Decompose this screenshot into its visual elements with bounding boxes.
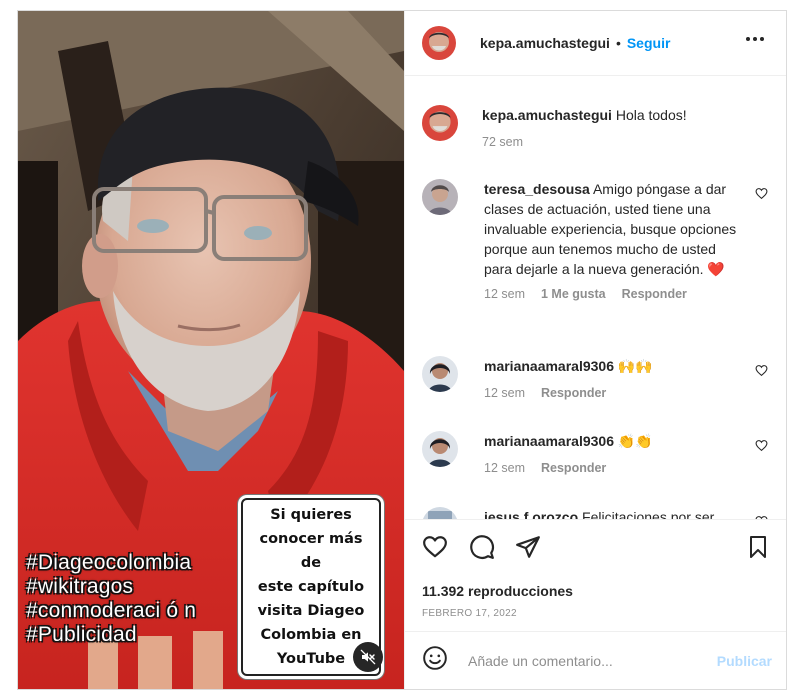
caption-body: Hola todos!: [615, 107, 687, 123]
speech-bubble-icon: [470, 535, 494, 559]
promo-line: YouTube: [276, 651, 346, 667]
avatar[interactable]: [422, 356, 458, 392]
raising-hands-emoji: 🙌🙌: [617, 358, 653, 374]
action-bar: [422, 534, 770, 562]
hashtag-text: #Publicidad: [26, 623, 137, 646]
caption: kepa.amuchastegui Hola todos! 72 sem: [422, 105, 772, 149]
avatar-image: [422, 105, 458, 141]
save-button[interactable]: [746, 534, 770, 565]
comments-list[interactable]: kepa.amuchastegui Hola todos! 72 sem ter…: [405, 77, 786, 519]
promo-line: este capítulo: [257, 579, 365, 595]
comment-text: jesus.f.orozco Felicitaciones por ser: [484, 507, 746, 519]
like-button[interactable]: [422, 534, 448, 565]
timestamp[interactable]: 12 sem: [484, 386, 525, 400]
comment-item: marianaamaral9306 👏👏 12 sem Responder: [422, 431, 772, 475]
avatar-image: [422, 507, 458, 519]
avatar[interactable]: [422, 179, 458, 215]
comment-button[interactable]: [469, 534, 495, 565]
comment-item: teresa_desousa Amigo póngase a dar clase…: [422, 179, 772, 301]
timestamp[interactable]: 12 sem: [484, 461, 525, 475]
avatar[interactable]: [422, 105, 458, 141]
promo-line: conocer más de: [259, 531, 363, 571]
heart-outline-icon: [755, 365, 768, 377]
instagram-post: #Diageocolombia #wikitragos #conmoderaci…: [17, 10, 787, 690]
reply-button[interactable]: Responder: [541, 461, 606, 475]
comment-username[interactable]: jesus.f.orozco: [484, 509, 578, 519]
red-heart-emoji: ❤️: [707, 261, 725, 277]
caption-text: kepa.amuchastegui Hola todos!: [482, 105, 744, 125]
emoji-button[interactable]: [422, 645, 448, 676]
avatar[interactable]: [422, 431, 458, 467]
comment-username[interactable]: marianaamaral9306: [484, 433, 614, 449]
comment-text: marianaamaral9306 🙌🙌: [484, 356, 746, 376]
share-button[interactable]: [515, 534, 541, 565]
reply-button[interactable]: Responder: [622, 287, 687, 301]
comment-item: marianaamaral9306 🙌🙌 12 sem Responder: [422, 356, 772, 400]
caption-meta: 72 sem: [482, 135, 744, 149]
post-actions: 11.392 reproducciones FEBRERO 17, 2022: [405, 519, 786, 639]
comment-text: teresa_desousa Amigo póngase a dar clase…: [484, 179, 746, 279]
views-count[interactable]: 11.392 reproducciones: [422, 583, 573, 599]
clapping-hands-emoji: 👏👏: [617, 433, 653, 449]
heart-outline-icon: [755, 440, 768, 452]
more-options-button[interactable]: [746, 33, 764, 45]
publish-button[interactable]: Publicar: [717, 653, 772, 669]
comment-input[interactable]: [468, 652, 717, 669]
separator-dot: •: [615, 35, 621, 51]
like-comment-button[interactable]: [755, 439, 768, 457]
comment-meta: 12 sem Responder: [484, 461, 746, 475]
like-comment-button[interactable]: [755, 364, 768, 382]
comment-meta: 12 sem Responder: [484, 386, 746, 400]
comment-text: marianaamaral9306 👏👏: [484, 431, 746, 451]
comment-username[interactable]: marianaamaral9306: [484, 358, 614, 374]
promo-line: Colombia en: [260, 627, 362, 643]
avatar[interactable]: [422, 507, 458, 519]
avatar-image: [422, 431, 458, 467]
heart-outline-icon: [755, 188, 768, 200]
comment-meta: 12 sem 1 Me gusta Responder: [484, 287, 746, 301]
avatar-image: [422, 179, 458, 215]
post-side-panel: kepa.amuchastegui • Seguir kepa.amuchast…: [404, 11, 786, 689]
comment-username[interactable]: teresa_desousa: [484, 181, 590, 197]
mute-button[interactable]: [353, 642, 383, 672]
bookmark-icon: [750, 536, 766, 558]
post-author-username[interactable]: kepa.amuchastegui: [480, 35, 610, 51]
avatar-image: [422, 26, 456, 60]
speaker-muted-icon: [360, 649, 376, 665]
timestamp[interactable]: 12 sem: [484, 287, 525, 301]
reply-button[interactable]: Responder: [541, 386, 606, 400]
like-comment-button[interactable]: [755, 187, 768, 205]
timestamp[interactable]: 72 sem: [482, 135, 523, 149]
post-header: kepa.amuchastegui • Seguir: [405, 11, 786, 76]
post-date[interactable]: FEBRERO 17, 2022: [422, 608, 517, 619]
hashtag-text: #conmoderaci ó n: [26, 599, 197, 622]
add-comment-bar: Publicar: [405, 631, 786, 689]
follow-button[interactable]: Seguir: [627, 35, 671, 51]
post-video[interactable]: #Diageocolombia #wikitragos #conmoderaci…: [18, 11, 404, 689]
hashtag-text: #Diageocolombia: [26, 551, 192, 574]
hashtag-overlay: #Diageocolombia #wikitragos #conmoderaci…: [26, 551, 196, 647]
three-dots-icon: [746, 37, 764, 41]
comment-body: Felicitaciones por ser: [582, 509, 715, 519]
avatar-image: [422, 356, 458, 392]
promo-line: Si quieres: [270, 507, 352, 523]
smiley-icon: [423, 646, 447, 670]
promo-text: Si quieres conocer más de este capítulo …: [251, 503, 371, 671]
avatar[interactable]: [422, 26, 456, 60]
caption-username[interactable]: kepa.amuchastegui: [482, 107, 612, 123]
heart-outline-icon: [423, 536, 447, 558]
promo-line: visita Diageo: [257, 603, 365, 619]
hashtag-text: #wikitragos: [26, 575, 134, 598]
likes-count-link[interactable]: 1 Me gusta: [541, 287, 606, 301]
paper-plane-icon: [516, 536, 540, 558]
comment-item: jesus.f.orozco Felicitaciones por ser: [422, 507, 772, 519]
